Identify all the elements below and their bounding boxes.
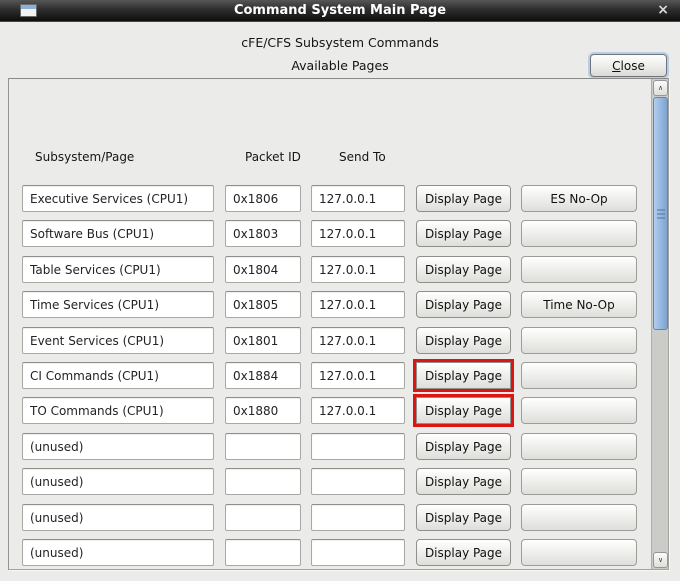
- packet-id-field[interactable]: [225, 397, 301, 424]
- table-row: Display Page Time No-Op: [22, 291, 637, 318]
- display-page-button[interactable]: Display Page: [416, 362, 511, 389]
- column-header-packet-id: Packet ID: [245, 150, 301, 164]
- available-pages-label: Available Pages: [0, 58, 680, 73]
- scroll-down-button[interactable]: ∨: [653, 552, 668, 568]
- packet-id-field[interactable]: [225, 256, 301, 283]
- send-to-field[interactable]: [311, 256, 405, 283]
- display-page-button[interactable]: Display Page: [416, 433, 511, 460]
- noop-button[interactable]: [521, 504, 637, 531]
- send-to-field[interactable]: [311, 433, 405, 460]
- send-to-field[interactable]: [311, 185, 405, 212]
- scroll-up-button[interactable]: ∧: [653, 80, 668, 96]
- noop-button[interactable]: [521, 327, 637, 354]
- subsystem-field[interactable]: [22, 185, 214, 212]
- noop-button[interactable]: [521, 433, 637, 460]
- column-header-send-to: Send To: [339, 150, 386, 164]
- chevron-up-icon: ∧: [658, 84, 663, 92]
- send-to-field[interactable]: [311, 539, 405, 566]
- noop-button[interactable]: Time No-Op: [521, 291, 637, 318]
- packet-id-field[interactable]: [225, 539, 301, 566]
- titlebar: Command System Main Page ×: [0, 0, 680, 22]
- table-row: Display Page: [22, 468, 637, 495]
- noop-button[interactable]: [521, 220, 637, 247]
- table-row: Display Page: [22, 327, 637, 354]
- subsystem-field[interactable]: [22, 327, 214, 354]
- packet-id-field[interactable]: [225, 185, 301, 212]
- send-to-field[interactable]: [311, 362, 405, 389]
- display-page-button[interactable]: Display Page: [416, 185, 511, 212]
- packet-id-field[interactable]: [225, 504, 301, 531]
- noop-button[interactable]: ES No-Op: [521, 185, 637, 212]
- table-row: Display Page: [22, 220, 637, 247]
- subsystem-field[interactable]: [22, 504, 214, 531]
- subsystem-field[interactable]: [22, 539, 214, 566]
- send-to-field[interactable]: [311, 220, 405, 247]
- table-row: Display Page: [22, 256, 637, 283]
- chevron-down-icon: ∨: [658, 556, 663, 564]
- packet-id-field[interactable]: [225, 327, 301, 354]
- display-page-button[interactable]: Display Page: [416, 220, 511, 247]
- table-row: Display Page: [22, 397, 637, 424]
- display-page-button[interactable]: Display Page: [416, 468, 511, 495]
- subsystem-field[interactable]: [22, 256, 214, 283]
- subsystem-field[interactable]: [22, 291, 214, 318]
- noop-button[interactable]: [521, 256, 637, 283]
- noop-button[interactable]: [521, 468, 637, 495]
- send-to-field[interactable]: [311, 327, 405, 354]
- subsystem-field[interactable]: [22, 468, 214, 495]
- table-row: Display Page: [22, 362, 637, 389]
- window-close-icon[interactable]: ×: [657, 0, 669, 22]
- display-page-button[interactable]: Display Page: [416, 256, 511, 283]
- send-to-field[interactable]: [311, 397, 405, 424]
- packet-id-field[interactable]: [225, 362, 301, 389]
- display-page-button[interactable]: Display Page: [416, 291, 511, 318]
- subsystem-field[interactable]: [22, 433, 214, 460]
- packet-id-field[interactable]: [225, 433, 301, 460]
- subsystem-field[interactable]: [22, 220, 214, 247]
- close-button[interactable]: Close: [590, 54, 667, 77]
- send-to-field[interactable]: [311, 291, 405, 318]
- scrollbar-grip-icon: [657, 209, 665, 218]
- display-page-button[interactable]: Display Page: [416, 539, 511, 566]
- packet-id-field[interactable]: [225, 291, 301, 318]
- page-subtitle: cFE/CFS Subsystem Commands: [0, 35, 680, 50]
- display-page-button[interactable]: Display Page: [416, 327, 511, 354]
- noop-button[interactable]: [521, 539, 637, 566]
- packet-id-field[interactable]: [225, 468, 301, 495]
- vertical-scrollbar[interactable]: ∧ ∨: [651, 79, 668, 569]
- close-button-label: Close: [612, 59, 645, 73]
- send-to-field[interactable]: [311, 468, 405, 495]
- table-row: Display Page ES No-Op: [22, 185, 637, 212]
- noop-button[interactable]: [521, 397, 637, 424]
- send-to-field[interactable]: [311, 504, 405, 531]
- window-title: Command System Main Page: [0, 0, 680, 22]
- display-page-button[interactable]: Display Page: [416, 504, 511, 531]
- packet-id-field[interactable]: [225, 220, 301, 247]
- table-row: Display Page: [22, 539, 637, 566]
- noop-button[interactable]: [521, 362, 637, 389]
- table-row: Display Page: [22, 504, 637, 531]
- table-row: Display Page: [22, 433, 637, 460]
- display-page-button[interactable]: Display Page: [416, 397, 511, 424]
- subsystem-field[interactable]: [22, 362, 214, 389]
- scrollbar-thumb[interactable]: [653, 97, 668, 330]
- column-header-subsystem: Subsystem/Page: [35, 150, 134, 164]
- subsystem-field[interactable]: [22, 397, 214, 424]
